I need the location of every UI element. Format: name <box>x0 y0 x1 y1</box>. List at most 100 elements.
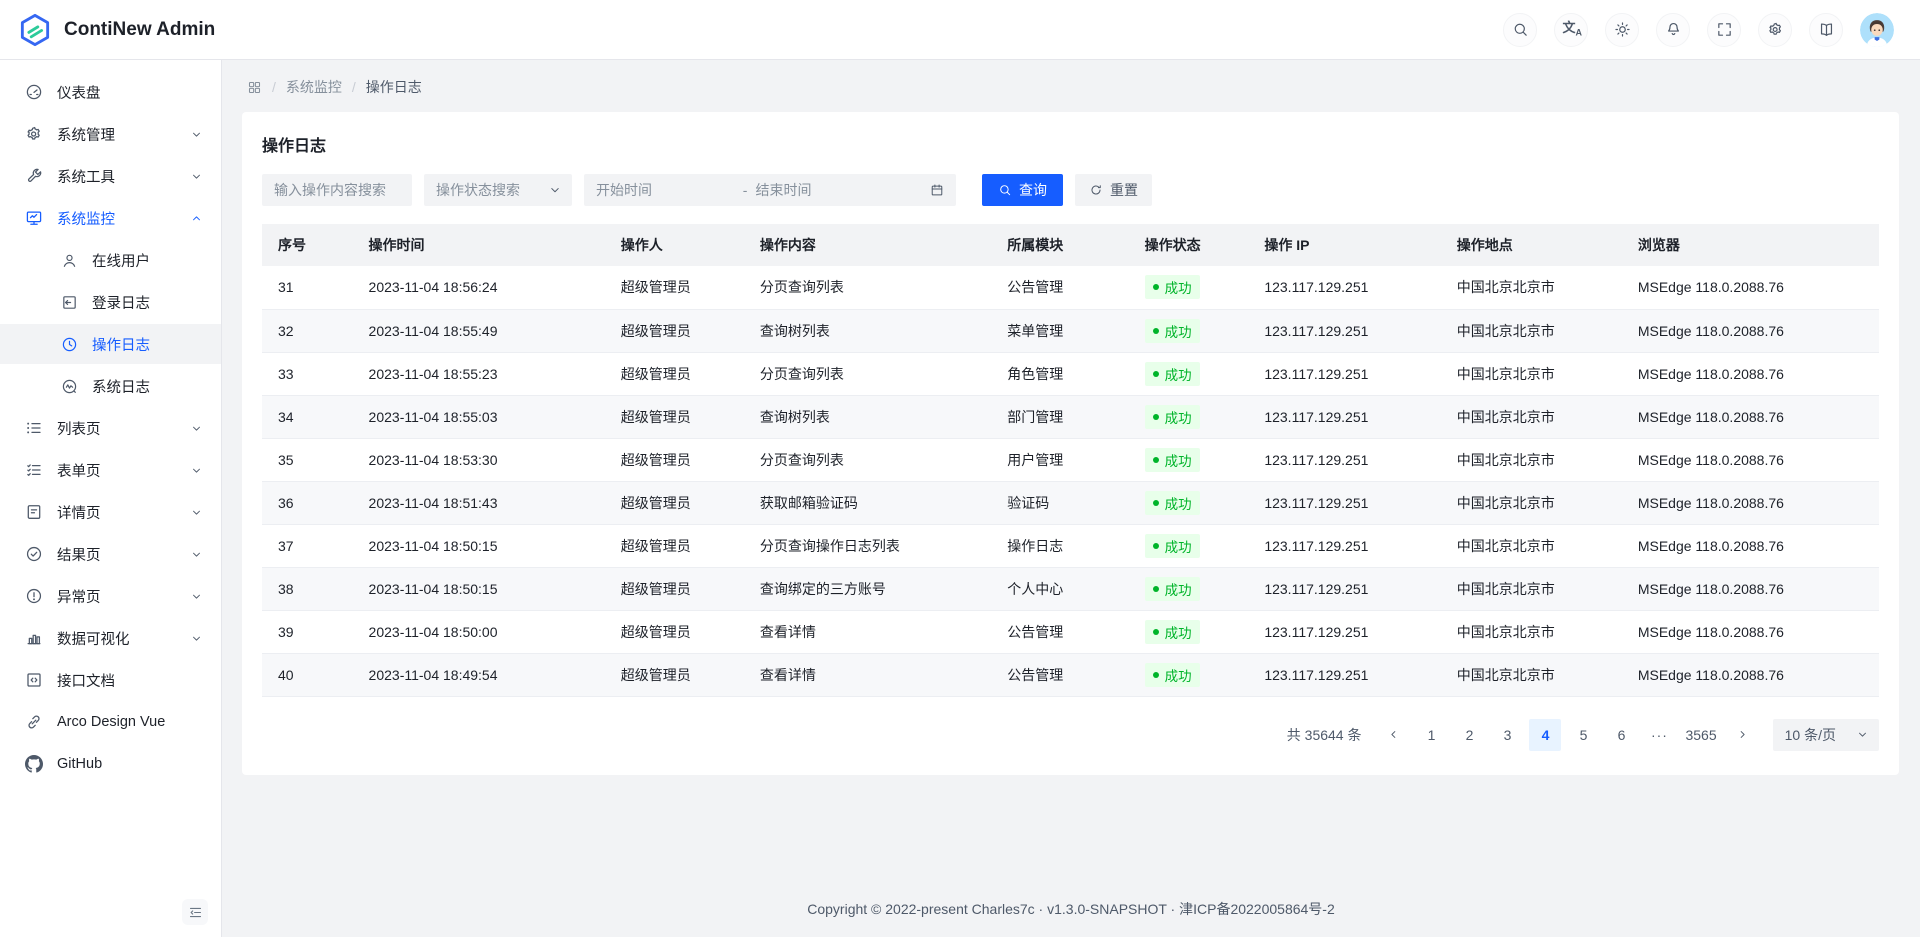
cell-ip: 123.117.129.251 <box>1248 610 1440 653</box>
cell-content: 查询绑定的三方账号 <box>744 567 991 610</box>
cell-ip: 123.117.129.251 <box>1248 567 1440 610</box>
cell-time: 2023-11-04 18:55:03 <box>353 395 605 438</box>
sidebar-item-login-log[interactable]: 登录日志 <box>0 282 221 322</box>
bell-icon <box>1665 21 1682 38</box>
sidebar-item-operation-log[interactable]: 操作日志 <box>0 324 221 364</box>
status-select[interactable]: 操作状态搜索 <box>424 174 572 206</box>
dashboard-icon <box>25 83 43 101</box>
sidebar-item-label: 操作日志 <box>92 334 150 355</box>
cell-no: 35 <box>262 438 353 481</box>
cell-ip: 123.117.129.251 <box>1248 524 1440 567</box>
gear-icon <box>25 125 43 143</box>
sidebar-item-data-visualization[interactable]: 数据可视化 <box>0 618 221 658</box>
cell-location: 中国北京北京市 <box>1441 395 1622 438</box>
sidebar-item-list-pages[interactable]: 列表页 <box>0 408 221 448</box>
cell-ip: 123.117.129.251 <box>1248 438 1440 481</box>
page-button-3[interactable]: 3 <box>1491 719 1523 751</box>
cell-location: 中国北京北京市 <box>1441 481 1622 524</box>
sidebar-item-detail-pages[interactable]: 详情页 <box>0 492 221 532</box>
history-icon <box>61 336 78 353</box>
login-log-icon <box>61 294 78 311</box>
column-header-location: 操作地点 <box>1441 224 1622 266</box>
page-button-5[interactable]: 5 <box>1567 719 1599 751</box>
sidebar-item-system-monitor[interactable]: 系统监控 <box>0 198 221 238</box>
operation-log-card: 操作日志 操作状态搜索 开始时间 - 结束时间 查询 <box>242 112 1899 775</box>
sidebar-item-api-docs[interactable]: 接口文档 <box>0 660 221 700</box>
pagination-ellipsis: ··· <box>1643 719 1675 751</box>
cell-location: 中国北京北京市 <box>1441 266 1622 309</box>
cell-module: 公告管理 <box>991 610 1128 653</box>
book-icon <box>1818 21 1835 38</box>
search-icon <box>998 183 1012 197</box>
sidebar-item-result-pages[interactable]: 结果页 <box>0 534 221 574</box>
cell-ip: 123.117.129.251 <box>1248 352 1440 395</box>
column-header-time: 操作时间 <box>353 224 605 266</box>
cell-user: 超级管理员 <box>605 610 744 653</box>
search-button[interactable]: 查询 <box>982 174 1063 206</box>
notifications-button[interactable] <box>1656 13 1690 47</box>
status-dot-icon <box>1153 500 1159 506</box>
status-badge: 成功 <box>1145 319 1200 343</box>
page-button-4[interactable]: 4 <box>1529 719 1561 751</box>
github-icon <box>25 755 43 773</box>
sidebar-item-form-pages[interactable]: 表单页 <box>0 450 221 490</box>
sidebar-item-label: GitHub <box>57 756 102 772</box>
search-button[interactable] <box>1503 13 1537 47</box>
chevron-down-icon <box>190 128 203 141</box>
sidebar-item-dashboard[interactable]: 仪表盘 <box>0 72 221 112</box>
page-button-2[interactable]: 2 <box>1453 719 1485 751</box>
content-search-input[interactable] <box>262 174 412 206</box>
table-row: 392023-11-04 18:50:00超级管理员查看详情公告管理成功123.… <box>262 610 1879 653</box>
docs-button[interactable] <box>1809 13 1843 47</box>
page-button-3565[interactable]: 3565 <box>1681 719 1720 751</box>
breadcrumb-section[interactable]: 系统监控 <box>286 77 342 97</box>
page-button-6[interactable]: 6 <box>1605 719 1637 751</box>
cell-location: 中国北京北京市 <box>1441 610 1622 653</box>
sidebar-item-arco-design-vue[interactable]: Arco Design Vue <box>0 702 221 742</box>
pagination-next-button[interactable] <box>1727 719 1759 751</box>
chevron-down-icon <box>190 464 203 477</box>
page-button-1[interactable]: 1 <box>1415 719 1447 751</box>
status-dot-icon <box>1153 672 1159 678</box>
cell-content: 分页查询列表 <box>744 438 991 481</box>
sidebar-item-github[interactable]: GitHub <box>0 744 221 784</box>
breadcrumb: / 系统监控 / 操作日志 <box>222 60 1920 112</box>
reset-button[interactable]: 重置 <box>1075 174 1152 206</box>
theme-light-button[interactable] <box>1605 13 1639 47</box>
fullscreen-button[interactable] <box>1707 13 1741 47</box>
menu-fold-icon <box>188 905 203 920</box>
sidebar-item-exception-pages[interactable]: 异常页 <box>0 576 221 616</box>
date-end-placeholder: 结束时间 <box>755 180 922 200</box>
cell-no: 38 <box>262 567 353 610</box>
settings-button[interactable] <box>1758 13 1792 47</box>
cell-content: 分页查询列表 <box>744 266 991 309</box>
status-dot-icon <box>1153 284 1159 290</box>
monitor-icon <box>25 209 43 227</box>
chevron-left-icon <box>1387 728 1400 741</box>
cell-browser: MSEdge 118.0.2088.76 <box>1622 481 1879 524</box>
status-dot-icon <box>1153 629 1159 635</box>
page-size-select[interactable]: 10 条/页 <box>1773 719 1879 751</box>
cell-browser: MSEdge 118.0.2088.76 <box>1622 610 1879 653</box>
list-icon <box>25 419 43 437</box>
cell-browser: MSEdge 118.0.2088.76 <box>1622 395 1879 438</box>
chevron-down-icon <box>1856 728 1869 741</box>
apps-grid-icon[interactable] <box>247 80 262 95</box>
sidebar-collapse-button[interactable] <box>182 899 208 925</box>
cell-module: 个人中心 <box>991 567 1128 610</box>
date-range-picker[interactable]: 开始时间 - 结束时间 <box>584 174 956 206</box>
sidebar-item-system-management[interactable]: 系统管理 <box>0 114 221 154</box>
sun-icon <box>1614 21 1631 38</box>
sidebar-item-label: Arco Design Vue <box>57 714 165 730</box>
cell-content: 查询树列表 <box>744 309 991 352</box>
gear-icon <box>1767 21 1784 38</box>
sidebar-item-system-log[interactable]: 系统日志 <box>0 366 221 406</box>
cell-user: 超级管理员 <box>605 352 744 395</box>
sidebar-item-online-users[interactable]: 在线用户 <box>0 240 221 280</box>
pagination-prev-button[interactable] <box>1377 719 1409 751</box>
sidebar-item-system-tools[interactable]: 系统工具 <box>0 156 221 196</box>
cell-status: 成功 <box>1129 567 1249 610</box>
avatar[interactable] <box>1860 13 1894 47</box>
cell-ip: 123.117.129.251 <box>1248 309 1440 352</box>
translate-button[interactable]: 文A <box>1554 13 1588 47</box>
